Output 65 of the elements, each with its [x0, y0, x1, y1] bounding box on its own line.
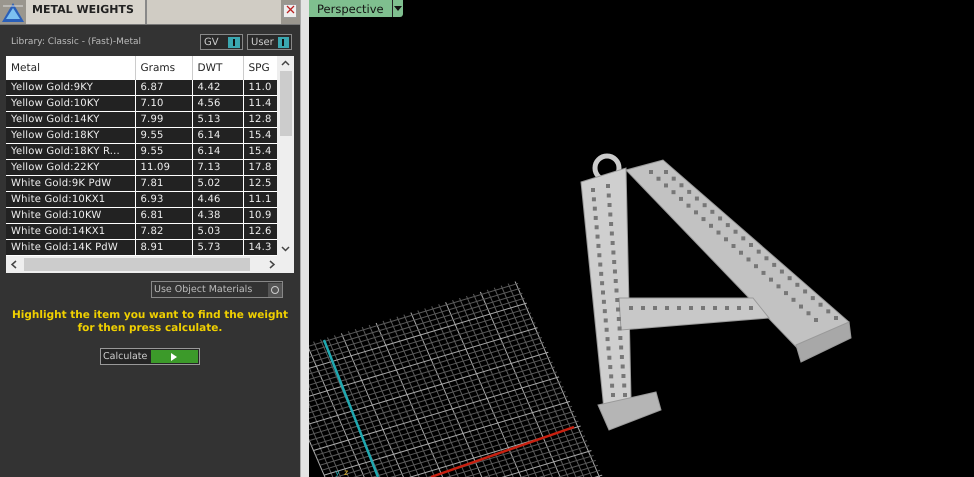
table-cell: 7.99 [135, 112, 192, 128]
table-cell: 11.0 [243, 80, 277, 96]
scroll-thumb[interactable] [24, 258, 250, 271]
table-cell: 11.09 [135, 160, 192, 176]
use-object-materials-option[interactable]: Use Object Materials [151, 281, 283, 298]
toggle-switch[interactable]: User [247, 34, 292, 50]
column-header[interactable]: Grams [135, 56, 192, 80]
instruction-text: Highlight the item you want to find the weight for then press calculate. [11, 309, 289, 335]
caret-icon [394, 6, 402, 11]
table-cell: 12.6 [243, 224, 277, 240]
table-cell: 7.81 [135, 176, 192, 192]
scroll-right-icon[interactable] [268, 260, 276, 269]
table-cell: White Gold:10KW [6, 208, 135, 224]
library-label: Library: Classic - (Fast)-Metal [11, 37, 142, 47]
table-cell: 15.4 [243, 128, 277, 144]
toggle-switch[interactable]: GV [200, 34, 243, 50]
table-cell: 7.82 [135, 224, 192, 240]
table-cell: Yellow Gold:18KY [6, 128, 135, 144]
table-cell: 6.87 [135, 80, 192, 96]
column-header[interactable]: DWT [192, 56, 243, 80]
play-icon [171, 352, 178, 360]
table-cell: 12.5 [243, 176, 277, 192]
table-cell: Yellow Gold:10KY [6, 96, 135, 112]
table-cell: White Gold:9K PdW [6, 176, 135, 192]
table-cell: 7.13 [192, 160, 243, 176]
table-cell: 5.73 [192, 240, 243, 256]
table-cell: 8.91 [135, 240, 192, 256]
calculate-button[interactable]: Calculate [100, 348, 200, 365]
table-cell: 15.4 [243, 144, 277, 160]
table-cell: 17.8 [243, 160, 277, 176]
panel-title: METAL WEIGHTS [26, 0, 147, 24]
table-cell: 10.9 [243, 208, 277, 224]
table-cell: 4.38 [192, 208, 243, 224]
table-cell: 6.93 [135, 192, 192, 208]
table-cell: 14.3 [243, 240, 277, 256]
table-cell: 4.56 [192, 96, 243, 112]
table-cell: White Gold:10KX1 [6, 192, 135, 208]
close-button[interactable] [283, 4, 297, 18]
table-cell: 6.81 [135, 208, 192, 224]
vertical-scrollbar[interactable] [277, 56, 294, 256]
table-cell: Yellow Gold:14KY [6, 112, 135, 128]
table-cell: 5.02 [192, 176, 243, 192]
table-cell: 12.8 [243, 112, 277, 128]
scroll-left-icon[interactable] [10, 260, 18, 269]
scroll-thumb[interactable] [280, 71, 292, 136]
table-cell: Yellow Gold:18KY R... [6, 144, 135, 160]
table-cell: 4.46 [192, 192, 243, 208]
table-cell: 5.03 [192, 224, 243, 240]
view-selector[interactable]: Perspective [309, 0, 403, 17]
close-icon [286, 5, 294, 14]
table-cell: 7.10 [135, 96, 192, 112]
table-cell: Yellow Gold:22KY [6, 160, 135, 176]
table-cell: White Gold:14KX1 [6, 224, 135, 240]
table-cell: Yellow Gold:9KY [6, 80, 135, 96]
table-cell: 11.1 [243, 192, 277, 208]
axis-label: z [344, 468, 348, 477]
table-cell: 6.14 [192, 144, 243, 160]
table-cell: 11.4 [243, 96, 277, 112]
table-cell: 9.55 [135, 128, 192, 144]
table-cell: 5.13 [192, 112, 243, 128]
table-cell: White Gold:14K PdW [6, 240, 135, 256]
table-cell: 4.42 [192, 80, 243, 96]
table-cell: 9.55 [135, 144, 192, 160]
table-cell: 6.14 [192, 128, 243, 144]
horizontal-scrollbar[interactable] [6, 256, 294, 273]
